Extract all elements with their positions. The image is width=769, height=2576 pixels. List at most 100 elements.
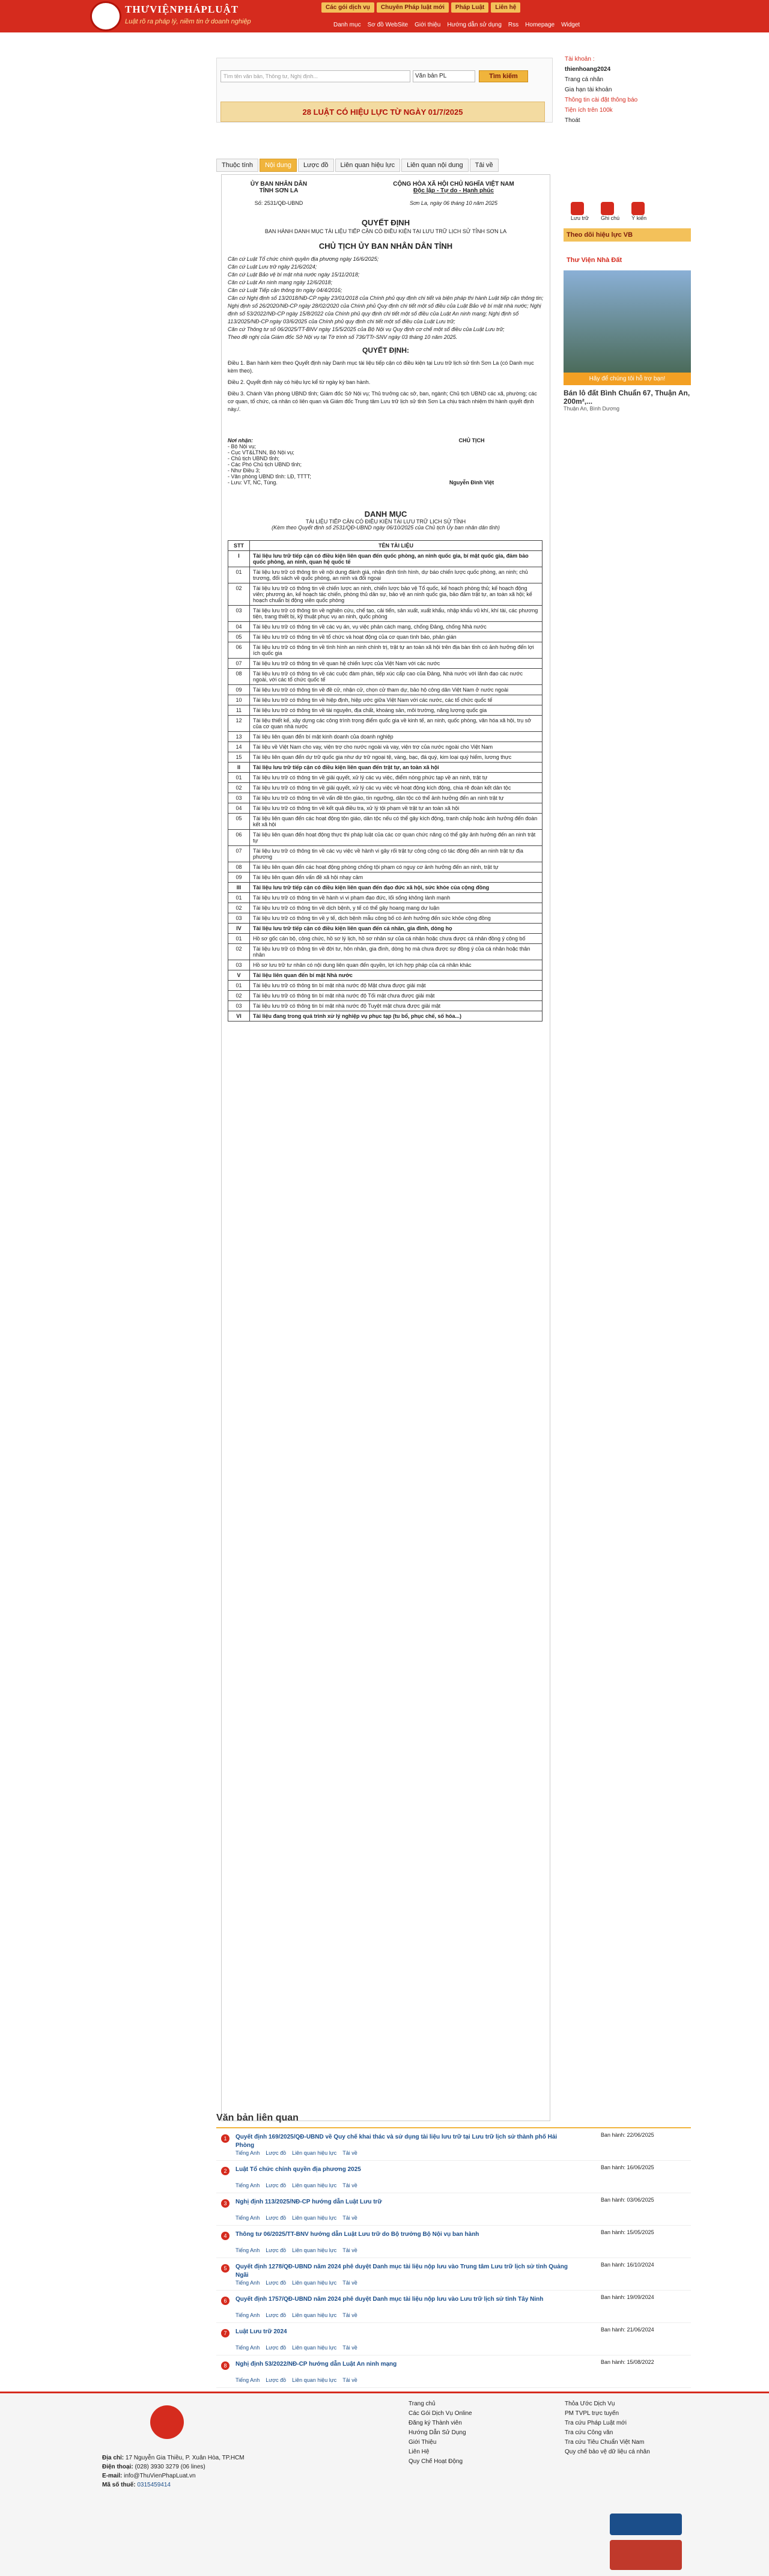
related-doc-link[interactable]: Quyết định 169/2025/QĐ-UBND về Quy chế k… (236, 2133, 572, 2150)
footer-link[interactable]: Thỏa Ước Dịch Vụ (565, 2399, 650, 2409)
item-link[interactable]: Liên quan hiệu lực (292, 2312, 336, 2318)
footer-link[interactable]: Liên Hệ (409, 2447, 472, 2457)
item-link[interactable]: Liên quan hiệu lực (292, 2150, 336, 2156)
item-link[interactable]: Liên quan hiệu lực (292, 2377, 336, 2383)
share-2[interactable]: Ý kiến (631, 202, 646, 221)
row-name: Hồ sơ lưu trữ tư nhân có nội dung liên q… (249, 960, 543, 970)
item-link[interactable]: Tải về (342, 2150, 357, 2156)
item-link[interactable]: Tiếng Anh (236, 2377, 260, 2383)
item-link[interactable]: Tải về (342, 2377, 357, 2383)
sub-nav-item[interactable]: Giới thiệu (415, 22, 440, 28)
tab-4[interactable]: Liên quan nội dung (401, 159, 469, 172)
footer-link[interactable]: Các Gói Dịch Vụ Online (409, 2409, 472, 2419)
support-button[interactable]: Hãy để chúng tôi hỗ trợ bạn! (564, 373, 691, 385)
addr: 17 Nguyễn Gia Thiều, P. Xuân Hòa, TP.HCM (125, 2455, 245, 2461)
item-link[interactable]: Liên quan hiệu lực (292, 2280, 336, 2286)
footer-link[interactable]: Quy chế bảo vệ dữ liệu cá nhân (565, 2447, 650, 2457)
tab-5[interactable]: Tải về (469, 159, 499, 172)
item-link[interactable]: Tải về (342, 2215, 357, 2221)
item-link[interactable]: Tiếng Anh (236, 2312, 260, 2318)
doc-type-select[interactable]: Văn bản PL (413, 70, 475, 82)
item-link[interactable]: Lược đồ (266, 2280, 286, 2286)
item-link[interactable]: Liên quan hiệu lực (292, 2182, 336, 2188)
item-link[interactable]: Lược đồ (266, 2182, 286, 2188)
row-name: Tài liệu về Việt Nam cho vay, viện trợ c… (249, 741, 543, 752)
item-link[interactable]: Lược đồ (266, 2215, 286, 2221)
item-number: 6 (221, 2297, 229, 2305)
tab-0[interactable]: Thuộc tính (216, 159, 258, 172)
sub-nav-item[interactable]: Homepage (525, 22, 555, 28)
footer-link[interactable]: Tra cứu Tiêu Chuẩn Việt Nam (565, 2438, 650, 2447)
tab-3[interactable]: Liên quan hiệu lực (335, 159, 401, 172)
item-link[interactable]: Tiếng Anh (236, 2345, 260, 2351)
footer-link[interactable]: Giới Thiệu (409, 2438, 472, 2447)
listing-title[interactable]: Bán lô đất Bình Chuẩn 67, Thuận An, 200m… (564, 389, 691, 406)
search-button[interactable]: Tìm kiếm (479, 70, 528, 82)
footer-link[interactable]: Tra cứu Pháp Luật mới (565, 2419, 650, 2428)
top-nav-item[interactable]: Chuyên Pháp luật mới (376, 2, 449, 13)
follow-button[interactable]: Theo dõi hiệu lực VB (564, 228, 691, 242)
facebook-badge[interactable] (610, 2514, 682, 2535)
table-row: 10 Tài liệu lưu trữ có thông tin về hiệp … (228, 695, 543, 705)
site-logo[interactable] (90, 1, 121, 31)
table-row: 03 Hồ sơ lưu trữ tư nhân có nội dung liên… (228, 960, 543, 970)
row-name: Tài liệu lưu trữ tiếp cận có điều kiện l… (249, 762, 543, 773)
account-link[interactable]: Thông tin cài đặt thông báo (565, 95, 691, 105)
item-link[interactable]: Liên quan hiệu lực (292, 2345, 336, 2351)
item-link[interactable]: Tải về (342, 2247, 357, 2253)
item-link[interactable]: Liên quan hiệu lực (292, 2215, 336, 2221)
item-link[interactable]: Tải về (342, 2280, 357, 2286)
sub-nav-item[interactable]: Widget (561, 22, 580, 28)
sub-nav-item[interactable]: Sơ đồ WebSite (368, 22, 409, 28)
related-doc-link[interactable]: Nghị định 113/2025/NĐ-CP hướng dẫn Luật … (236, 2198, 572, 2206)
account-link[interactable]: Trang cá nhân (565, 75, 691, 85)
tab-1[interactable]: Nội dung (259, 159, 297, 172)
footer-link[interactable]: PM TVPL trực tuyến (565, 2409, 650, 2419)
item-link[interactable]: Tiếng Anh (236, 2150, 260, 2156)
top-nav-item[interactable]: Liên hệ (491, 2, 521, 13)
item-link[interactable]: Lược đồ (266, 2247, 286, 2253)
listing-photo[interactable] (564, 270, 691, 373)
item-link[interactable]: Lược đồ (266, 2377, 286, 2383)
footer-link[interactable]: Hướng Dẫn Sử Dụng (409, 2428, 472, 2438)
item-link[interactable]: Tiếng Anh (236, 2215, 260, 2221)
item-link[interactable]: Lược đồ (266, 2312, 286, 2318)
related-doc-link[interactable]: Nghị định 53/2022/NĐ-CP hướng dẫn Luật A… (236, 2360, 572, 2369)
share-1[interactable]: Ghi chú (601, 202, 619, 221)
dmca-badge[interactable] (610, 2540, 682, 2570)
item-link[interactable]: Tiếng Anh (236, 2280, 260, 2286)
item-link[interactable]: Tải về (342, 2182, 357, 2188)
item-link[interactable]: Liên quan hiệu lực (292, 2247, 336, 2253)
related-doc-link[interactable]: Luật Tổ chức chính quyền địa phương 2025 (236, 2166, 572, 2174)
top-nav-item[interactable]: Pháp Luật (451, 2, 489, 13)
item-link[interactable]: Lược đồ (266, 2345, 286, 2351)
sub-nav-item[interactable]: Danh mục (333, 22, 361, 28)
email[interactable]: info@ThuVienPhapLuat.vn (124, 2473, 196, 2479)
account-link[interactable]: Gia hạn tài khoản (565, 85, 691, 95)
item-link[interactable]: Lược đồ (266, 2150, 286, 2156)
related-doc-link[interactable]: Quyết định 1278/QĐ-UBND năm 2024 phê duy… (236, 2263, 572, 2280)
related-doc-link[interactable]: Thông tư 06/2025/TT-BNV hướng dẫn Luật L… (236, 2230, 572, 2239)
item-link[interactable]: Tải về (342, 2345, 357, 2351)
search-input[interactable]: Tìm tên văn bản, Thông tư, Nghị định... (220, 70, 410, 82)
item-link[interactable]: Tiếng Anh (236, 2247, 260, 2253)
top-nav-item[interactable]: Các gói dịch vụ (321, 2, 374, 13)
col-stt: STT (228, 540, 250, 551)
item-link[interactable]: Tải về (342, 2312, 357, 2318)
sub-nav-item[interactable]: Hướng dẫn sử dụng (447, 22, 502, 28)
footer-link[interactable]: Trang chủ (409, 2399, 472, 2409)
related-doc-link[interactable]: Luật Lưu trữ 2024 (236, 2328, 572, 2336)
share-0[interactable]: Lưu trữ (571, 202, 589, 221)
footer-link[interactable]: Tra cứu Công văn (565, 2428, 650, 2438)
account-link[interactable]: Thoát (565, 115, 691, 126)
account-link[interactable]: Tiện ích trên 100k (565, 105, 691, 115)
item-link[interactable]: Tiếng Anh (236, 2182, 260, 2188)
related-doc-link[interactable]: Quyết định 1757/QĐ-UBND năm 2024 phê duy… (236, 2295, 572, 2304)
tab-2[interactable]: Lược đồ (298, 159, 334, 172)
footer-link[interactable]: Quy Chế Hoạt Động (409, 2457, 472, 2467)
footer-link[interactable]: Đăng ký Thành viên (409, 2419, 472, 2428)
category-table: STT TÊN TÀI LIỆU I Tài liệu lưu trữ tiếp c… (228, 540, 543, 1022)
sub-nav-item[interactable]: Rss (508, 22, 518, 28)
footer-logo[interactable] (150, 2405, 184, 2439)
promo-banner[interactable]: 28 LUẬT CÓ HIỆU LỰC TỪ NGÀY 01/7/2025 (220, 102, 545, 122)
